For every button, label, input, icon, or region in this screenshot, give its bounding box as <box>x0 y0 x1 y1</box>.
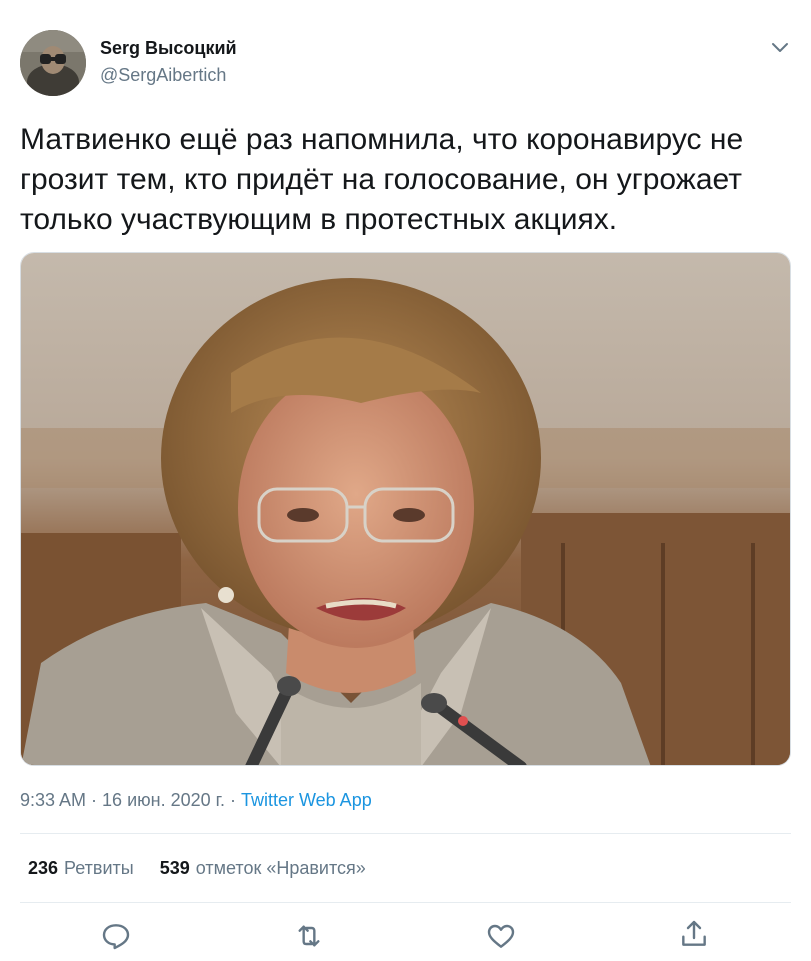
tweet-card: Serg Высоцкий @SergAibertich Матвиенко е… <box>0 0 811 961</box>
share-icon[interactable] <box>678 918 710 950</box>
tweet-stats: 236 Ретвиты 539 отметок «Нравится» <box>28 858 366 879</box>
tweet-meta: 9:33 AM · 16 июн. 2020 г. · Twitter Web … <box>20 790 372 811</box>
reply-icon[interactable] <box>100 920 132 952</box>
meta-separator: · <box>86 790 103 810</box>
tweet-time[interactable]: 9:33 AM <box>20 790 86 810</box>
divider <box>20 833 791 834</box>
retweet-icon[interactable] <box>293 920 325 952</box>
author-name[interactable]: Serg Высоцкий <box>100 38 237 59</box>
chevron-down-icon[interactable] <box>768 38 792 58</box>
likes-stat[interactable]: 539 отметок «Нравится» <box>160 858 366 879</box>
tweet-source-link[interactable]: Twitter Web App <box>241 790 372 810</box>
author-avatar[interactable] <box>20 30 86 96</box>
divider <box>20 902 791 903</box>
tweet-date[interactable]: 16 июн. 2020 г. <box>102 790 225 810</box>
photo-image <box>21 253 790 765</box>
retweets-stat[interactable]: 236 Ретвиты <box>28 858 134 879</box>
retweets-count: 236 <box>28 858 59 878</box>
retweets-label: Ретвиты <box>64 858 134 878</box>
tweet-text: Матвиенко ещё раз напомнила, что коронав… <box>20 123 744 236</box>
tweet-photo[interactable] <box>20 252 791 766</box>
likes-label: отметок «Нравится» <box>195 858 366 878</box>
avatar-photo-icon <box>20 30 86 96</box>
author-handle[interactable]: @SergAibertich <box>100 65 226 86</box>
heart-icon[interactable] <box>485 920 517 952</box>
likes-count: 539 <box>159 858 190 878</box>
meta-separator: · <box>224 790 241 810</box>
